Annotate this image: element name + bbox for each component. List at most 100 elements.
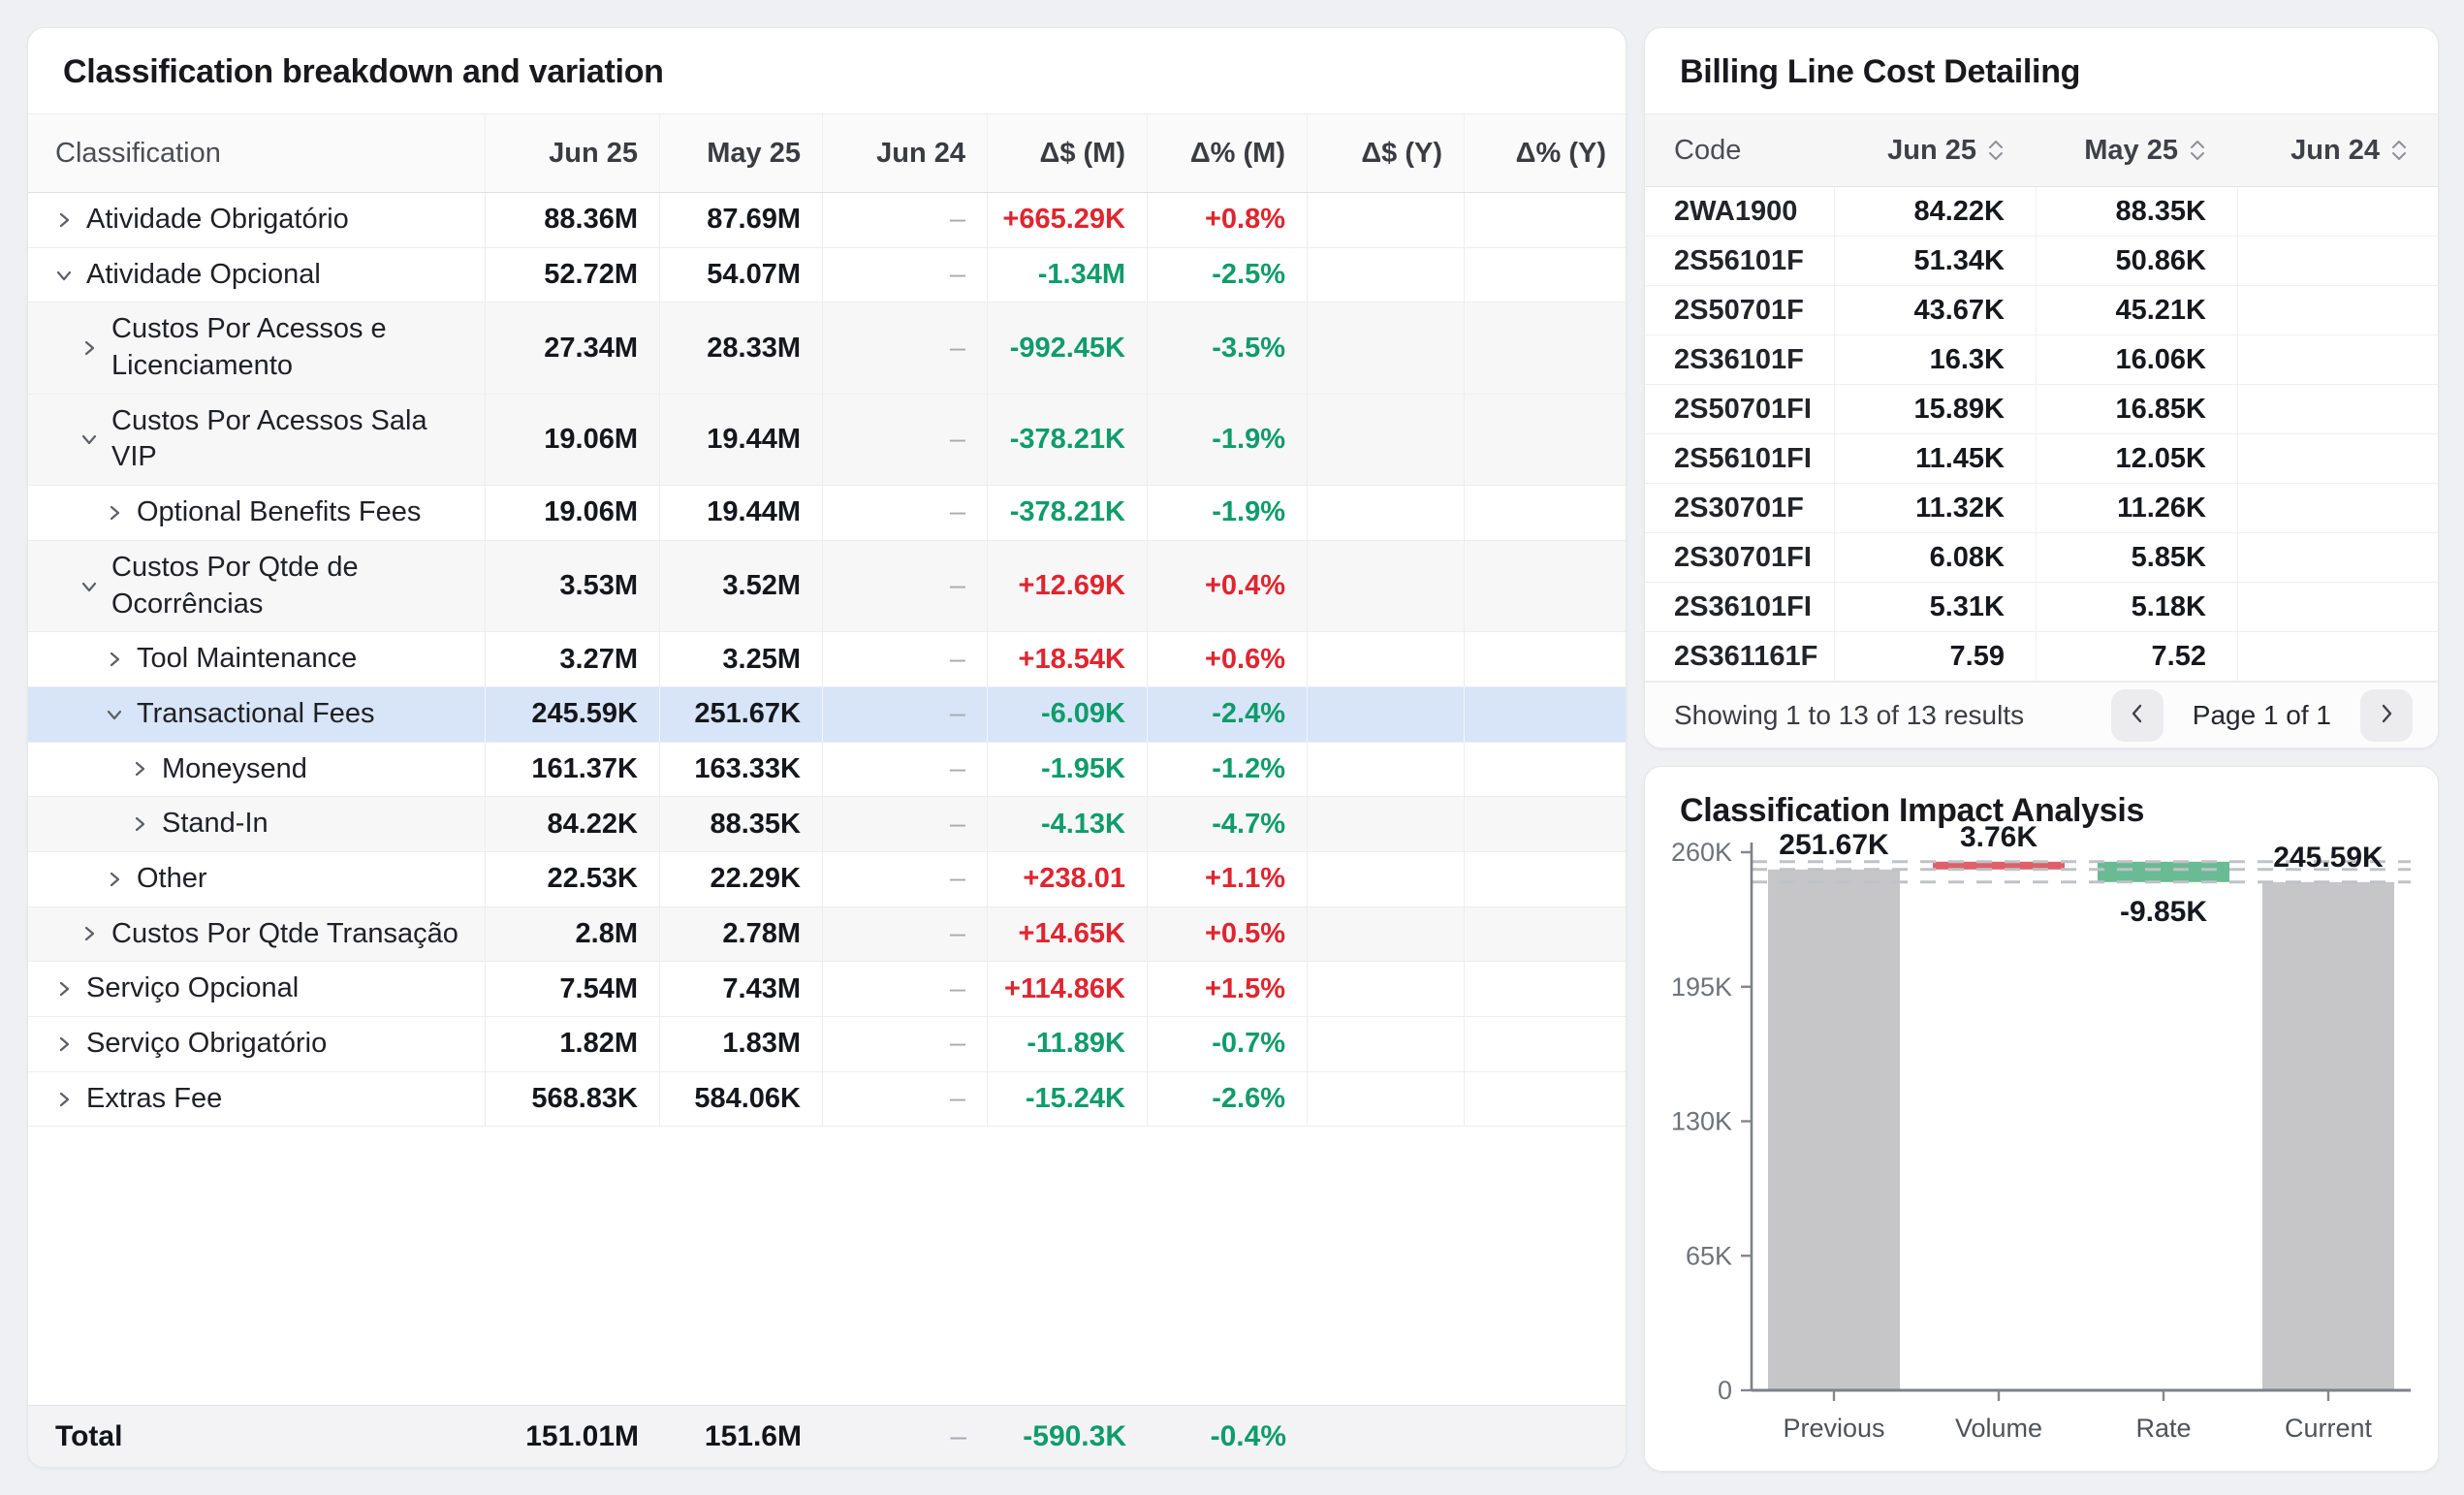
billing-row[interactable]: 2S30701FI6.08K5.85K [1645,533,2438,583]
table-row[interactable]: Custos Por Qtde de Ocorrências3.53M3.52M… [28,541,1626,632]
cell-may25: 584.06K [660,1072,823,1127]
chevron-right-icon[interactable] [53,209,86,231]
table-row[interactable]: Serviço Obrigatório1.82M1.83M–-11.89K-0.… [28,1017,1626,1072]
prev-page-button[interactable] [2111,689,2164,742]
billing-row[interactable]: 2S50701FI15.89K16.85K [1645,385,2438,434]
cell-may25: 7.43M [660,962,823,1016]
x-category-label: Volume [1955,1414,2042,1443]
billing-table-body: 2WA190084.22K88.35K2S56101F51.34K50.86K2… [1645,187,2438,682]
billing-may25: 50.86K [2037,237,2238,285]
classification-cell: Tool Maintenance [28,632,486,686]
cell-may25: 251.67K [660,687,823,742]
row-label: Transactional Fees [137,696,375,733]
cell-jun24: – [823,907,988,962]
billing-row[interactable]: 2S36101F16.3K16.06K [1645,335,2438,385]
y-tick-label: 195K [1671,972,1732,1002]
cell-delta-month: -6.09K [988,687,1148,742]
cell-pct-year [1465,632,1627,686]
chevron-down-icon[interactable] [79,429,111,450]
row-label: Custos Por Acessos Sala VIP [111,403,475,476]
chevron-right-icon[interactable] [104,649,137,670]
cell-jun25: 2.8M [486,907,660,962]
chevron-right-icon[interactable] [53,1089,86,1110]
cell-may25: 3.25M [660,632,823,686]
classification-table-header: ClassificationJun 25May 25Jun 24Δ$ (M)Δ%… [28,113,1626,193]
table-row[interactable]: Optional Benefits Fees19.06M19.44M–-378.… [28,486,1626,541]
table-row[interactable]: Moneysend161.37K163.33K–-1.95K-1.2% [28,743,1626,798]
sort-icon [1986,136,2006,165]
classification-cell: Transactional Fees [28,687,486,742]
chevron-right-icon[interactable] [53,1034,86,1055]
billing-may25: 7.52 [2037,632,2238,681]
bar-value-label: -9.85K [2120,896,2207,928]
chevron-right-icon[interactable] [129,758,162,779]
waterfall-bar-current[interactable] [2262,882,2394,1390]
cell-pct-year [1465,248,1627,302]
table-row[interactable]: Extras Fee568.83K584.06K–-15.24K-2.6% [28,1072,1626,1128]
cell-delta-year [1308,248,1465,302]
chevron-down-icon[interactable] [79,576,111,597]
cell-may25: 1.83M [660,1017,823,1071]
billing-row[interactable]: 2WA190084.22K88.35K [1645,187,2438,237]
total-may25: 151.6M [660,1406,823,1467]
table-row[interactable]: Serviço Opcional7.54M7.43M–+114.86K+1.5% [28,962,1626,1017]
row-label: Custos Por Qtde Transação [111,916,458,953]
cell-delta-month: +114.86K [988,962,1148,1016]
chevron-right-icon[interactable] [104,869,137,890]
next-page-button[interactable] [2360,689,2413,742]
billing-jun25: 11.45K [1835,434,2037,483]
cell-delta-month: -15.24K [988,1072,1148,1127]
cell-pct-month: -1.2% [1148,743,1308,797]
table-row[interactable]: Atividade Opcional52.72M54.07M–-1.34M-2.… [28,248,1626,303]
chevron-right-icon[interactable] [53,978,86,1000]
billing-code: 2S30701FI [1645,533,1835,582]
y-tick-label: 0 [1718,1376,1732,1405]
column-header-3: Jun 24 [823,114,988,192]
table-row[interactable]: Atividade Obrigatório88.36M87.69M–+665.2… [28,193,1626,248]
cell-pct-month: -1.9% [1148,395,1308,485]
cell-delta-year [1308,687,1465,742]
billing-row[interactable]: 2S30701F11.32K11.26K [1645,484,2438,533]
table-row[interactable]: Tool Maintenance3.27M3.25M–+18.54K+0.6% [28,632,1626,687]
cell-delta-year [1308,852,1465,907]
chevron-down-icon[interactable] [104,704,137,725]
billing-jun24 [2238,237,2439,285]
billing-row[interactable]: 2S50701F43.67K45.21K [1645,286,2438,335]
chevron-right-icon[interactable] [104,502,137,524]
billing-column-header-may-25[interactable]: May 25 [2037,114,2238,186]
cell-pct-month: -2.6% [1148,1072,1308,1127]
billing-code: 2S30701F [1645,484,1835,532]
cell-jun25: 1.82M [486,1017,660,1071]
cell-pct-year [1465,1072,1627,1127]
table-row[interactable]: Custos Por Qtde Transação2.8M2.78M–+14.6… [28,907,1626,963]
billing-column-header-jun-24[interactable]: Jun 24 [2238,114,2439,186]
classification-cell: Moneysend [28,743,486,797]
waterfall-bar-rate[interactable] [2098,862,2229,882]
billing-jun24 [2238,335,2439,384]
billing-jun25: 7.59 [1835,632,2037,681]
billing-row[interactable]: 2S56101F51.34K50.86K [1645,237,2438,286]
y-tick-label: 130K [1671,1107,1732,1136]
billing-row[interactable]: 2S56101FI11.45K12.05K [1645,434,2438,484]
cell-pct-year [1465,962,1627,1016]
classification-cell: Atividade Obrigatório [28,193,486,247]
waterfall-bar-previous[interactable] [1768,870,1900,1390]
cell-pct-year [1465,907,1627,962]
classification-cell: Extras Fee [28,1072,486,1127]
table-row[interactable]: Stand-In84.22K88.35K–-4.13K-4.7% [28,797,1626,852]
table-row[interactable]: Other22.53K22.29K–+238.01+1.1% [28,852,1626,907]
chevron-down-icon[interactable] [53,265,86,286]
cell-pct-month: +0.6% [1148,632,1308,686]
cell-delta-year [1308,486,1465,540]
billing-row[interactable]: 2S36101FI5.31K5.18K [1645,583,2438,632]
billing-column-header-jun-25[interactable]: Jun 25 [1835,114,2037,186]
billing-row[interactable]: 2S361161F7.597.52 [1645,632,2438,682]
table-row[interactable]: Custos Por Acessos Sala VIP19.06M19.44M–… [28,395,1626,486]
table-row[interactable]: Custos Por Acessos e Licenciamento27.34M… [28,302,1626,394]
cell-delta-year [1308,395,1465,485]
chevron-right-icon[interactable] [129,813,162,835]
chevron-right-icon[interactable] [79,923,111,944]
table-row[interactable]: Transactional Fees245.59K251.67K–-6.09K-… [28,687,1626,743]
chevron-right-icon[interactable] [79,337,111,359]
classification-table-body: Atividade Obrigatório88.36M87.69M–+665.2… [28,193,1626,1127]
